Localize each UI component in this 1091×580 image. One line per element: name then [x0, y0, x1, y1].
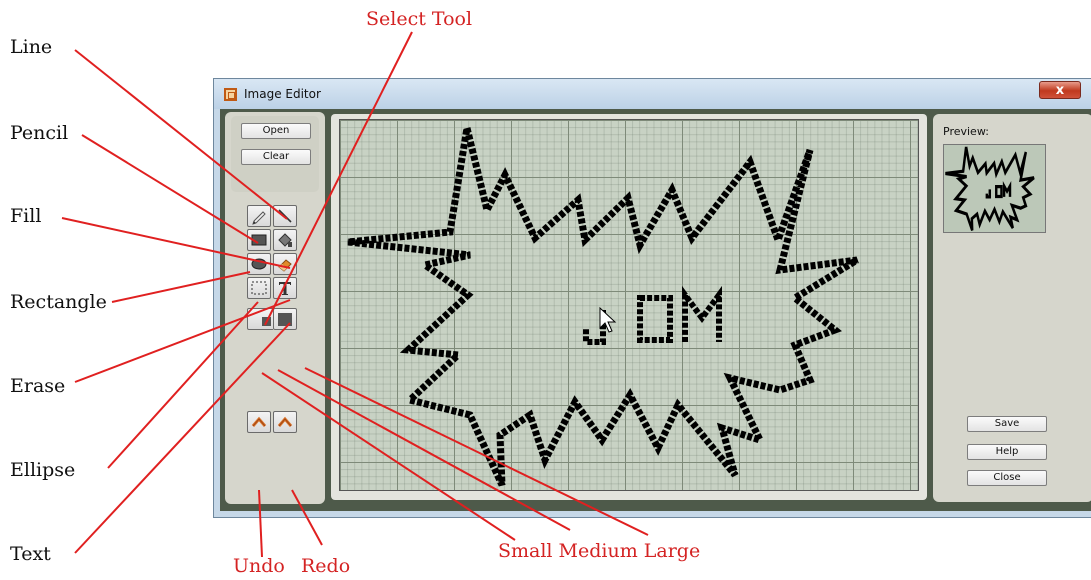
callout-erase: Erase [10, 375, 66, 397]
client-area: Open Clear Preview: Save Help Close [220, 109, 1091, 511]
callout-line: Line [10, 36, 53, 58]
close-button[interactable]: Close [967, 470, 1047, 486]
line-icon [278, 209, 292, 223]
pencil-icon [252, 211, 266, 225]
callout-pencil: Pencil [10, 122, 69, 144]
medium-brush-icon [262, 317, 271, 326]
undo-icon [251, 416, 267, 427]
image-editor-window: Image Editor x Open Clear Preview: Save … [213, 78, 1091, 518]
tool-panel: Open Clear [225, 112, 325, 504]
file-box: Open Clear [231, 116, 319, 192]
select-icon [251, 281, 267, 295]
canvas-panel [331, 114, 927, 500]
callout-fill: Fill [10, 205, 42, 227]
app-icon [224, 88, 237, 101]
window-close-button[interactable]: x [1039, 81, 1081, 99]
preview-label: Preview: [943, 125, 989, 138]
callout-select-tool: Select Tool [366, 8, 473, 30]
callout-redo: Redo [301, 555, 351, 577]
text-tool[interactable] [273, 277, 297, 299]
ellipse-tool[interactable] [247, 253, 271, 275]
pixel-drawing [347, 127, 859, 487]
callout-rectangle: Rectangle [10, 291, 107, 313]
open-button[interactable]: Open [241, 123, 311, 139]
large-brush-icon [278, 313, 292, 326]
callout-ellipse: Ellipse [10, 459, 76, 481]
redo-button[interactable] [273, 411, 297, 433]
line-tool[interactable] [273, 205, 297, 227]
erase-icon [278, 259, 292, 272]
preview-panel: Preview: Save Help Close [933, 114, 1091, 502]
drawing-canvas[interactable] [339, 119, 919, 491]
help-button[interactable]: Help [967, 444, 1047, 460]
large-brush-button[interactable] [273, 308, 297, 330]
fill-icon [278, 233, 292, 247]
rectangle-icon [251, 234, 267, 246]
rectangle-tool[interactable] [247, 229, 271, 251]
erase-tool[interactable] [273, 253, 297, 275]
callout-sizes: Small Medium Large [498, 540, 701, 562]
title-bar: Image Editor x [214, 79, 1091, 109]
redo-icon [277, 416, 293, 427]
undo-button[interactable] [247, 411, 271, 433]
text-icon [279, 282, 291, 295]
fill-tool[interactable] [273, 229, 297, 251]
window-title: Image Editor [244, 87, 321, 101]
callout-text: Text [10, 543, 51, 565]
burst-outline [347, 127, 859, 487]
preview-thumbnail [943, 144, 1046, 233]
select-tool[interactable] [247, 277, 271, 299]
medium-brush-button[interactable] [261, 308, 273, 330]
clear-button[interactable]: Clear [241, 149, 311, 165]
save-button[interactable]: Save [967, 416, 1047, 432]
pencil-tool[interactable] [247, 205, 271, 227]
ellipse-icon [251, 258, 267, 270]
callout-undo: Undo [233, 555, 285, 577]
